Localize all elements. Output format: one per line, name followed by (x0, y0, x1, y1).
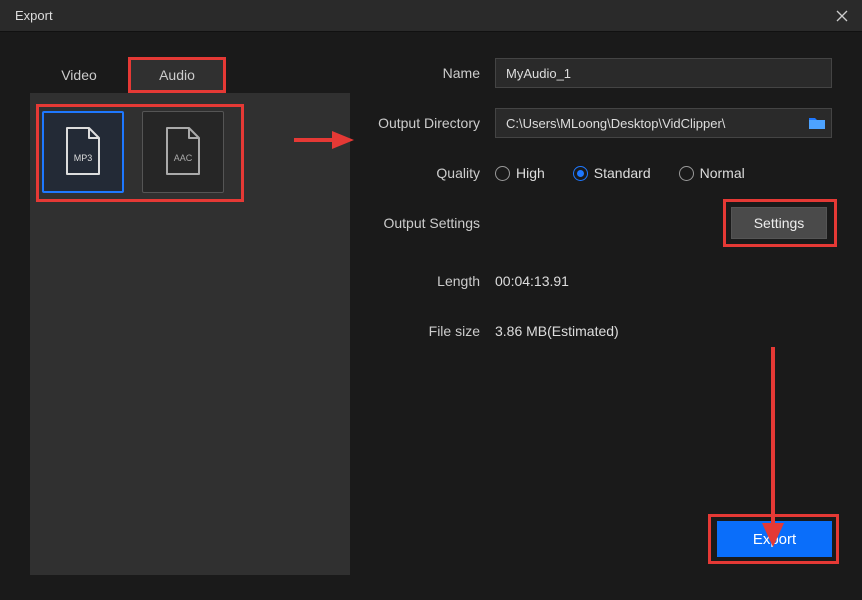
main-content: Video Audio MP3 AAC (0, 32, 862, 600)
quality-standard[interactable]: Standard (573, 165, 651, 181)
close-button[interactable] (832, 6, 852, 26)
settings-button[interactable]: Settings (731, 207, 827, 239)
filesize-row: File size 3.86 MB(Estimated) (370, 315, 832, 347)
quality-label: Quality (370, 165, 495, 181)
quality-normal[interactable]: Normal (679, 165, 745, 181)
outdir-input[interactable] (495, 108, 802, 138)
output-settings-label: Output Settings (370, 215, 495, 231)
left-panel: Video Audio MP3 AAC (30, 57, 350, 575)
output-settings-row: Output Settings Settings (370, 207, 832, 239)
close-icon (836, 10, 848, 22)
quality-normal-label: Normal (700, 165, 745, 181)
format-mp3[interactable]: MP3 (42, 111, 124, 193)
outdir-row: Output Directory (370, 107, 832, 139)
quality-standard-label: Standard (594, 165, 651, 181)
arrow-down-icon (758, 347, 788, 547)
filesize-value: 3.86 MB(Estimated) (495, 323, 619, 339)
radio-icon (679, 166, 694, 181)
tab-audio[interactable]: Audio (128, 57, 226, 93)
folder-icon (808, 116, 826, 130)
filesize-label: File size (370, 323, 495, 339)
format-area: MP3 AAC (30, 93, 350, 575)
titlebar: Export (0, 0, 862, 32)
svg-text:MP3: MP3 (74, 153, 93, 163)
name-row: Name (370, 57, 832, 89)
export-button[interactable]: Export (717, 521, 832, 557)
tabs: Video Audio (30, 57, 350, 93)
radio-icon (573, 166, 588, 181)
format-aac[interactable]: AAC (142, 111, 224, 193)
svg-text:AAC: AAC (174, 153, 193, 163)
file-mp3-icon: MP3 (61, 126, 105, 178)
length-label: Length (370, 273, 495, 289)
length-row: Length 00:04:13.91 (370, 265, 832, 297)
quality-high-label: High (516, 165, 545, 181)
quality-row: Quality High Standard Normal (370, 157, 832, 189)
right-panel: Name Output Directory Quality (360, 57, 832, 575)
quality-high[interactable]: High (495, 165, 545, 181)
browse-folder-button[interactable] (802, 108, 832, 138)
length-value: 00:04:13.91 (495, 273, 569, 289)
quality-radio-group: High Standard Normal (495, 165, 745, 181)
radio-icon (495, 166, 510, 181)
file-aac-icon: AAC (161, 126, 205, 178)
outdir-label: Output Directory (370, 115, 495, 131)
window-title: Export (15, 8, 53, 23)
name-input[interactable] (495, 58, 832, 88)
name-label: Name (370, 65, 495, 81)
tab-video[interactable]: Video (30, 57, 128, 93)
